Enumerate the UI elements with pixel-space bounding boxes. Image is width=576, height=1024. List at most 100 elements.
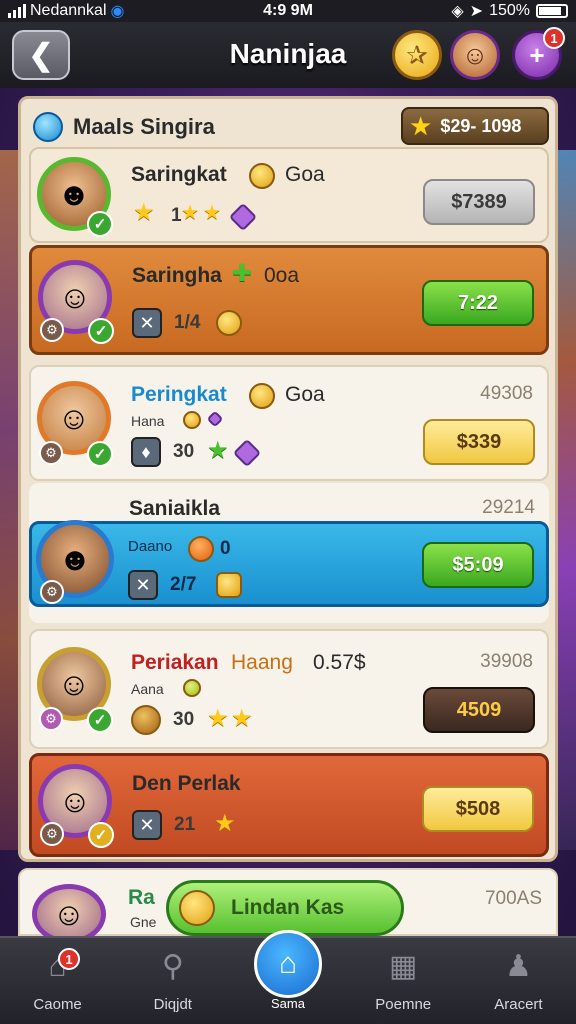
nav-label: Poemne (375, 996, 432, 1013)
player-name: Peringkat (131, 383, 227, 406)
signal-icon (8, 4, 26, 18)
wifi-icon: ◈ (451, 3, 464, 20)
player-label: Daano (128, 538, 173, 555)
star-icon: ★ (207, 705, 229, 732)
player-tag-value: 0.57$ (313, 651, 366, 674)
reward-button[interactable]: 4509 (423, 687, 535, 733)
panel-title: Maals Singira (73, 114, 215, 139)
profile-avatar-button[interactable]: ☺ (450, 30, 500, 80)
player-name: Saringha (132, 264, 222, 287)
gear-icon: ⚙ (40, 822, 64, 846)
search-icon: ⚲ (161, 950, 184, 983)
gift-button[interactable]: + 1 (512, 27, 565, 80)
timer-button[interactable]: 7:22 (422, 280, 534, 326)
star-icon: ★ (203, 202, 221, 224)
player-stat: 21 (174, 814, 196, 835)
star-icon: ★ (207, 437, 229, 464)
gem-icon (232, 438, 262, 468)
currency-value: $29- 1098 (440, 115, 522, 136)
coin-icon (179, 890, 215, 926)
check-icon: ✓ (87, 707, 113, 733)
nav-item-home[interactable]: ⌂ 1 Caome (0, 938, 115, 1024)
list-item[interactable]: ☺ ⚙ ✓ Den Perlak ✕ 21 ★ $508 (29, 753, 549, 857)
back-button[interactable]: ❮ (12, 30, 70, 80)
potion-icon: ♦ (131, 437, 161, 467)
check-icon: ✓ (87, 211, 113, 237)
nav-item-main[interactable]: ⌂ Sama (230, 930, 345, 1024)
star-icon: ★ (409, 111, 433, 141)
star-icon: ★ (231, 705, 253, 732)
chest-icon (216, 572, 242, 598)
coin-shop-button[interactable]: ✰ (392, 30, 442, 80)
coin-icon (249, 163, 275, 189)
orb-icon (188, 536, 214, 562)
grid-icon: ▦ (389, 950, 418, 983)
reward-button[interactable]: $339 (423, 419, 535, 465)
nav-label: Caome (33, 996, 82, 1013)
list-item[interactable]: ☻ ✓ Saringkat Goa ★ 1 ★ ★ $7389 (29, 147, 549, 243)
player-score: 39908 (480, 651, 533, 672)
list-item[interactable]: ☺ ⚙ ✓ Periakan Haang 0.57$ Aana 30 ★ ★ 3… (29, 629, 549, 749)
reward-button[interactable]: $508 (422, 786, 534, 832)
page-title: Naninjaa (229, 38, 347, 69)
check-icon: ✓ (88, 318, 114, 344)
bottom-navigation: ⌂ 1 Caome ⚲ Diqjdt ⌂ Sama ▦ Poemne ♟ Ara… (0, 930, 576, 1024)
location-icon: ➤ (469, 3, 484, 20)
list-item[interactable]: ☺ ⚙ ✓ Saringha ✚ 0oa ✕ 1/4 7:22 (29, 245, 549, 355)
notification-badge: 1 (543, 27, 565, 49)
player-stat: 2/7 (170, 574, 197, 595)
player-stat: 30 (173, 441, 195, 462)
avatar-icon: ☺ (461, 39, 489, 70)
list-item[interactable]: ☺ ⚙ ✓ Peringkat Goa Hana ♦ 30 ★ 49308 $3… (29, 365, 549, 481)
nav-item-account[interactable]: ♟ Aracert (461, 938, 576, 1024)
leaderboard-panel: Maals Singira ★ $29- 1098 ☻ ✓ Saringkat … (18, 96, 558, 862)
player-score: 29214 (482, 497, 535, 518)
chevron-left-icon: ❮ (28, 38, 54, 72)
shield-icon (131, 705, 161, 735)
nav-label: Sama (271, 996, 305, 1011)
nav-label: Diqjdt (153, 996, 192, 1013)
clock: 4:9 9M (263, 2, 313, 19)
currency-display[interactable]: ★ $29- 1098 (401, 107, 549, 145)
player-stat: 1 (171, 205, 182, 226)
battery-icon (536, 4, 568, 18)
nav-item-search[interactable]: ⚲ Diqjdt (115, 938, 230, 1024)
gem-icon (206, 410, 224, 428)
player-label: Hana (131, 413, 165, 429)
player-name: Saniaikla (129, 497, 221, 520)
gear-icon: ⚙ (39, 707, 63, 731)
player-tag: 0oa (264, 264, 300, 287)
nav-item-grid[interactable]: ▦ Poemne (346, 938, 461, 1024)
claim-button[interactable]: Lindan Kas (166, 880, 404, 936)
reward-button[interactable]: $7389 (423, 179, 535, 225)
star-icon: ★ (181, 202, 199, 224)
list-item-highlighted[interactable]: ☻ ⚙ Daano 0 ✕ 2/7 $5:09 (29, 520, 549, 607)
plus-icon: + (529, 39, 545, 70)
avatar: ☺ (32, 884, 106, 944)
home-icon: ⌂ (254, 930, 322, 998)
player-stat: 1/4 (174, 312, 201, 333)
player-name: Den Perlak (132, 772, 241, 795)
player-name: Periakan (131, 651, 219, 674)
player-name: Ra (128, 886, 155, 909)
panel-header: Maals Singira ★ $29- 1098 (33, 105, 549, 149)
player-tag: Goa (285, 383, 325, 406)
gear-icon: ⚙ (40, 318, 64, 342)
player-score: 700AS (484, 888, 542, 909)
notification-badge: 1 (58, 948, 80, 970)
player-stat: 30 (173, 709, 195, 730)
player-name: Saringkat (131, 163, 227, 186)
reward-button[interactable]: $5:09 (422, 542, 534, 588)
sword-icon: ✕ (132, 308, 162, 338)
plus-icon: ✚ (232, 260, 253, 287)
nav-label: Aracert (494, 996, 543, 1013)
coin-icon (183, 411, 201, 429)
check-icon: ✓ (87, 441, 113, 467)
coin-icon (216, 310, 242, 336)
item-icon: ✕ (128, 570, 158, 600)
user-icon: ♟ (504, 950, 532, 983)
carrier-label: Nedannkal (30, 2, 107, 19)
battery-percent: 150% (489, 2, 530, 19)
player-extra: 0 (220, 538, 231, 559)
gear-icon: ⚙ (40, 580, 64, 604)
